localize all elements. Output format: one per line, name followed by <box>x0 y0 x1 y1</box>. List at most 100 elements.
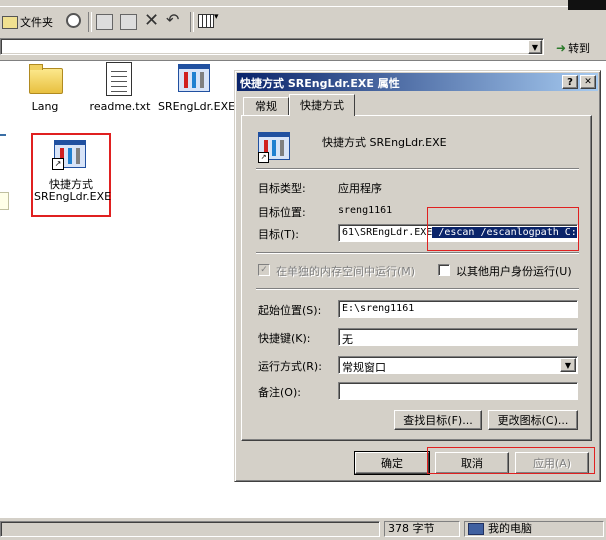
status-size: 378 字节 <box>388 522 435 535</box>
file-name: Lang <box>31 100 59 113</box>
file-item-srengldr[interactable]: SREngLdr.EXE <box>158 62 236 116</box>
run-as-checkbox[interactable] <box>438 264 450 276</box>
address-bar: ▼ ➜ 转到 <box>0 36 606 61</box>
target-text: 61\SREngLdr.EXE <box>342 227 433 238</box>
status-bar: 378 字节 我的电脑 <box>0 517 606 540</box>
shortcut-name-line2: SREngLdr.EXE <box>34 190 112 203</box>
tab-label: 快捷方式 <box>300 99 344 112</box>
tab-panel: ↗ 快捷方式 SREngLdr.EXE 目标类型: 应用程序 目标位置: sre… <box>241 115 592 441</box>
tab-general[interactable]: 常规 <box>243 97 289 115</box>
status-location: 我的电脑 <box>488 522 532 535</box>
target-location-label: 目标位置: <box>258 206 306 219</box>
go-arrow-icon: ➜ <box>556 41 567 55</box>
app-tool-3 <box>76 148 80 164</box>
target-location-value: sreng1161 <box>338 205 393 216</box>
shortcut-key-input[interactable]: 无 <box>338 328 578 346</box>
my-computer-icon <box>468 523 484 535</box>
app-tool-2 <box>272 140 276 156</box>
help-icon: ? <box>567 76 573 88</box>
address-dropdown-button[interactable]: ▼ <box>528 40 542 54</box>
divider <box>256 168 579 170</box>
address-input[interactable] <box>0 38 544 55</box>
target-type-value: 应用程序 <box>338 182 382 195</box>
properties-dialog: 快捷方式 SREngLdr.EXE 属性 ? ✕ 常规 快捷方式 ↗ 快捷方式 … <box>234 70 601 482</box>
run-mode-select[interactable]: 常规窗口 <box>338 356 578 374</box>
folders-button[interactable]: 文件夹 <box>2 12 53 32</box>
run-separate-label: 在单独的内存空间中运行(M) <box>276 265 416 278</box>
comment-label: 备注(O): <box>258 386 301 399</box>
highlight-box-target-args <box>427 207 579 251</box>
app-tool-1 <box>184 72 188 88</box>
start-in-text: E:\sreng1161 <box>342 303 415 314</box>
folder-icon <box>29 68 63 94</box>
toolbar-separator <box>190 12 194 32</box>
delete-icon[interactable]: ✕ <box>144 10 159 31</box>
dialog-title: 快捷方式 SREngLdr.EXE 属性 <box>240 77 400 90</box>
target-label: 目标(T): <box>258 228 300 241</box>
close-button[interactable]: ✕ <box>580 75 596 89</box>
tab-label: 常规 <box>255 100 277 113</box>
app-window-title <box>258 132 289 137</box>
divider <box>256 288 579 290</box>
menu-bar-remnant <box>0 0 606 7</box>
status-pane-main <box>0 521 380 537</box>
copy-to-icon[interactable] <box>120 14 137 30</box>
folder-tab <box>29 64 43 70</box>
folders-label: 文件夹 <box>20 16 53 29</box>
file-name: readme.txt <box>89 100 151 113</box>
status-pane-location: 我的电脑 <box>464 521 604 537</box>
shortcut-name: 快捷方式 SREngLdr.EXE <box>322 136 447 149</box>
run-separate-checkbox[interactable]: ✓ <box>258 264 270 276</box>
run-mode-dropdown-button[interactable]: ▼ <box>560 358 576 372</box>
chevron-down-icon: ▼ <box>564 360 572 370</box>
text-file-icon <box>106 62 132 96</box>
shortcut-large-icon: ↗ <box>258 130 290 163</box>
go-button[interactable]: ➜ 转到 <box>556 39 590 57</box>
close-icon: ✕ <box>584 77 592 87</box>
divider <box>256 252 579 254</box>
chevron-down-icon: ▼ <box>531 42 539 52</box>
target-type-label: 目标类型: <box>258 182 306 195</box>
app-window-title <box>178 64 209 69</box>
chevron-down-icon[interactable]: ▾ <box>214 12 219 22</box>
toolbar: 文件夹 ✕ ↶ ▾ <box>0 0 606 37</box>
app-tool-2 <box>192 72 196 88</box>
run-mode-label: 运行方式(R): <box>258 360 322 373</box>
left-pane-box <box>0 192 9 210</box>
shortcut-item-srengldr[interactable]: ↗ 快捷方式 SREngLdr.EXE <box>34 138 112 210</box>
views-icon[interactable] <box>198 14 214 28</box>
file-item-readme[interactable]: readme.txt <box>88 62 152 116</box>
start-in-input[interactable]: E:\sreng1161 <box>338 300 578 318</box>
run-as-label: 以其他用户身份运行(U) <box>456 265 572 278</box>
ok-label: 确定 <box>381 457 403 470</box>
app-tool-2 <box>68 148 72 164</box>
app-tool-3 <box>200 72 204 88</box>
find-target-label: 查找目标(F)... <box>403 414 473 427</box>
start-in-label: 起始位置(S): <box>258 304 322 317</box>
shortcut-arrow-icon: ↗ <box>52 158 64 170</box>
change-icon-button[interactable]: 更改图标(C)... <box>488 410 578 430</box>
help-button[interactable]: ? <box>562 75 578 89</box>
file-name: SREngLdr.EXE <box>158 100 236 113</box>
highlight-box-buttons <box>427 447 595 474</box>
history-icon[interactable] <box>66 13 81 28</box>
file-item-lang[interactable]: Lang <box>20 64 70 116</box>
app-window-title <box>54 140 85 145</box>
comment-input[interactable] <box>338 382 578 400</box>
move-to-icon[interactable] <box>96 14 113 30</box>
ok-button[interactable]: 确定 <box>354 451 430 475</box>
find-target-button[interactable]: 查找目标(F)... <box>394 410 482 430</box>
run-mode-text: 常规窗口 <box>342 361 386 374</box>
shortcut-key-label: 快捷键(K): <box>258 332 311 345</box>
go-label: 转到 <box>568 42 591 55</box>
undo-icon[interactable]: ↶ <box>166 10 179 29</box>
toolbar-separator <box>88 12 92 32</box>
status-pane-size: 378 字节 <box>384 521 460 537</box>
shortcut-arrow-icon: ↗ <box>258 152 269 163</box>
application-icon <box>178 62 210 94</box>
folders-icon <box>2 15 18 29</box>
dialog-title-bar[interactable]: 快捷方式 SREngLdr.EXE 属性 ? ✕ <box>237 73 598 91</box>
left-pane-marker <box>0 134 6 136</box>
change-icon-label: 更改图标(C)... <box>497 414 569 427</box>
tab-shortcut[interactable]: 快捷方式 <box>289 94 355 116</box>
